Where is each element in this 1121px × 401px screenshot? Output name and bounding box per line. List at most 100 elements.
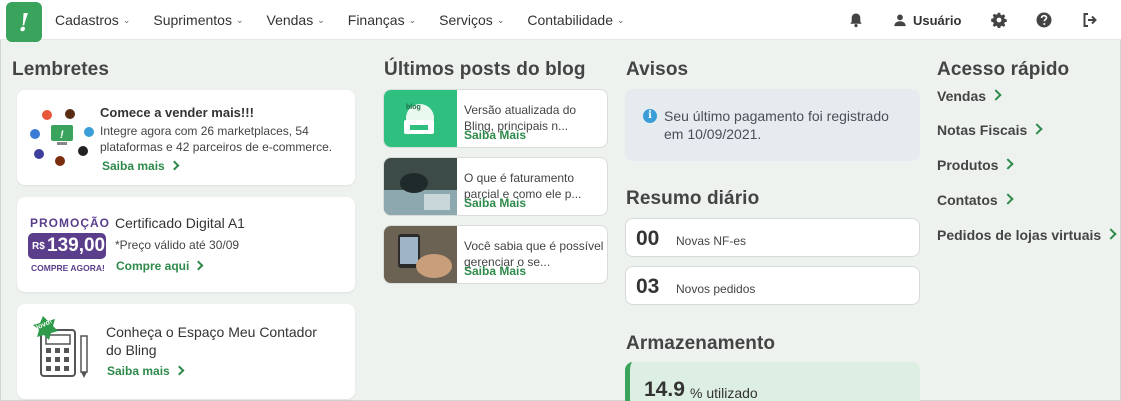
summary-count: 03 — [636, 275, 660, 298]
reminder-title: Comece a vender mais!!! — [100, 105, 254, 120]
menu-servicos[interactable]: Serviços ⌄ — [439, 12, 504, 28]
chevron-right-icon — [1002, 193, 1014, 205]
quick-link-notas-fiscais[interactable]: Notas Fiscais — [937, 122, 1043, 138]
reminder-text: *Preço válido até 30/09 — [115, 238, 240, 252]
reminder-title: Conheça o Espaço Meu Contador do Bling — [106, 324, 317, 358]
quick-link-label: Contatos — [937, 192, 998, 208]
chevron-down-icon: ⌄ — [317, 14, 325, 25]
chevron-right-icon — [1002, 158, 1015, 170]
saiba-mais-link[interactable]: Saiba Mais — [464, 128, 526, 142]
help-icon — [1036, 12, 1052, 28]
blog-post-card[interactable]: Você sabia que é possível gerenciar o se… — [383, 225, 608, 284]
menu-label: Finanças — [347, 12, 405, 28]
svg-text:!: ! — [60, 129, 64, 141]
blog-thumb-label: blog — [406, 104, 421, 111]
chevron-down-icon: ⌄ — [496, 14, 505, 25]
chevron-down-icon: ⌄ — [122, 14, 131, 25]
quick-link-pedidos-lojas[interactable]: Pedidos de lojas virtuais — [937, 227, 1117, 243]
user-name: Usuário — [913, 12, 962, 28]
reminder-card-contador: Novo! Conheça o Espaço Meu Contador do B… — [17, 304, 355, 399]
notice-text: Seu último pagamento foi registrado em 1… — [664, 108, 889, 142]
blog-thumbnail — [384, 158, 457, 215]
reminder-card-marketplaces: ! Comece a vender mais!!! Integre agora … — [17, 90, 355, 185]
blog-post-card[interactable]: blog Versão atualizada do Bling, princip… — [383, 89, 608, 148]
reminder-title: Certificado Digital A1 — [115, 215, 245, 231]
chevron-right-icon — [1031, 123, 1043, 135]
menu-suprimentos[interactable]: Suprimentos ⌄ — [153, 12, 243, 28]
link-label: Saiba mais — [107, 364, 170, 378]
bell-icon — [850, 13, 862, 28]
storage-usage: 14.9 % utilizado — [625, 362, 920, 401]
quick-link-label: Produtos — [937, 157, 999, 173]
reminder-text: Integre agora com 26 marketplaces, 54 pl… — [100, 124, 333, 154]
promo-price-badge: R$ 139,00 — [28, 233, 106, 259]
armazenamento-title: Armazenamento — [626, 333, 776, 354]
chevron-down-icon: ⌄ — [235, 14, 244, 25]
user-menu[interactable]: Usuário — [893, 0, 961, 40]
menu-label: Suprimentos — [153, 12, 232, 28]
payment-notice: i Seu último pagamento foi registrado em… — [625, 89, 920, 161]
resumo-title: Resumo diário — [626, 188, 760, 209]
chevron-down-icon: ⌄ — [408, 14, 417, 25]
storage-value: 14.9 — [644, 378, 685, 401]
blog-title: Últimos posts do blog — [384, 59, 586, 80]
summary-label: Novos pedidos — [676, 282, 756, 296]
chevron-down-icon: ⌄ — [616, 14, 625, 25]
quick-link-label: Vendas — [937, 88, 987, 104]
saiba-mais-link[interactable]: Saiba Mais — [464, 264, 526, 278]
price-value: 139,00 — [47, 235, 106, 256]
reminder-card-certificado: PROMOÇÃO R$ 139,00 COMPRE AGORA! Certifi… — [17, 197, 355, 292]
quick-link-produtos[interactable]: Produtos — [937, 157, 1015, 173]
menu-label: Cadastros — [55, 12, 119, 28]
info-icon: i — [643, 109, 657, 123]
chevron-right-icon — [169, 160, 180, 171]
blog-thumbnail — [384, 226, 457, 283]
menu-label: Contabilidade — [527, 12, 613, 28]
acesso-title: Acesso rápido — [937, 59, 1070, 80]
chevron-right-icon — [193, 260, 204, 271]
chevron-right-icon — [174, 365, 185, 376]
notifications-button[interactable] — [848, 0, 864, 40]
logout-icon — [1083, 13, 1097, 27]
menu-contabilidade[interactable]: Contabilidade ⌄ — [527, 12, 624, 28]
logout-button[interactable] — [1082, 0, 1098, 40]
saiba-mais-link[interactable]: Saiba mais — [102, 159, 180, 173]
help-button[interactable] — [1036, 0, 1052, 40]
gear-icon — [991, 12, 1007, 28]
blog-thumbnail — [384, 90, 457, 147]
menu-vendas[interactable]: Vendas ⌄ — [267, 12, 325, 28]
chevron-right-icon — [990, 89, 1002, 101]
link-label: Saiba mais — [102, 159, 165, 173]
lembretes-title: Lembretes — [12, 59, 109, 80]
menu-label: Vendas — [266, 12, 314, 28]
price-currency: R$ — [32, 241, 45, 252]
bling-logo[interactable]: ! — [6, 2, 42, 42]
main-menu: Cadastros ⌄ Suprimentos ⌄ Vendas ⌄ Finanças… — [55, 0, 648, 40]
menu-label: Serviços — [439, 12, 493, 28]
saiba-mais-link[interactable]: Saiba mais — [107, 364, 185, 378]
promo-cta: COMPRE AGORA! — [31, 263, 105, 273]
summary-nfe[interactable]: 00 Novas NF-es — [625, 218, 920, 257]
storage-unit: % utilizado — [690, 385, 758, 401]
promo-label: PROMOÇÃO — [30, 216, 110, 230]
summary-label: Novas NF-es — [676, 234, 747, 248]
settings-button[interactable] — [991, 0, 1007, 40]
chevron-right-icon — [1105, 228, 1117, 240]
logo-glyph: ! — [18, 7, 30, 37]
link-label: Compre aqui — [116, 259, 190, 273]
blog-post-card[interactable]: O que é faturamento parcial e como ele p… — [383, 157, 608, 216]
summary-pedidos[interactable]: 03 Novos pedidos — [625, 266, 920, 305]
quick-link-label: Pedidos de lojas virtuais — [937, 227, 1102, 243]
summary-count: 00 — [636, 227, 660, 250]
integrations-illustration: ! — [30, 109, 94, 166]
quick-link-contatos[interactable]: Contatos — [937, 192, 1014, 208]
top-navbar: ! Cadastros ⌄ Suprimentos ⌄ Vendas ⌄ Finanç… — [0, 0, 1121, 42]
menu-cadastros[interactable]: Cadastros ⌄ — [55, 12, 130, 28]
avisos-title: Avisos — [626, 59, 689, 80]
compre-aqui-link[interactable]: Compre aqui — [116, 259, 204, 273]
user-icon — [894, 14, 906, 27]
quick-link-label: Notas Fiscais — [937, 122, 1028, 138]
menu-financas[interactable]: Finanças ⌄ — [348, 12, 416, 28]
saiba-mais-link[interactable]: Saiba Mais — [464, 196, 526, 210]
quick-link-vendas[interactable]: Vendas — [937, 88, 1002, 104]
